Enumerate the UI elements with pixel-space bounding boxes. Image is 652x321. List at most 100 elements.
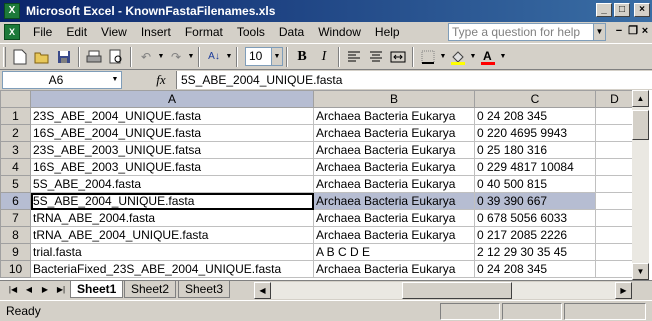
menu-window[interactable]: Window	[311, 23, 368, 41]
borders-dropdown-icon[interactable]: ▼	[439, 53, 447, 60]
cell-b[interactable]: Archaea Bacteria Eukarya	[313, 226, 475, 244]
maximize-button[interactable]: □	[614, 3, 630, 17]
menu-data[interactable]: Data	[272, 23, 311, 41]
row-header[interactable]: 4	[0, 158, 31, 176]
first-sheet-icon[interactable]: |◀	[6, 283, 20, 297]
column-header-c[interactable]: C	[474, 90, 596, 108]
cell-d[interactable]	[595, 260, 634, 278]
chevron-down-icon[interactable]: ▼	[271, 48, 282, 65]
row-header[interactable]: 7	[0, 209, 31, 227]
cell-a[interactable]: trial.fasta	[30, 243, 314, 261]
row-header[interactable]: 6	[0, 192, 31, 210]
align-center-icon[interactable]	[365, 46, 387, 68]
italic-button[interactable]: I	[313, 46, 335, 68]
cell-d[interactable]	[595, 124, 634, 142]
scroll-left-icon[interactable]: ◀	[254, 282, 271, 299]
row-header[interactable]: 3	[0, 141, 31, 159]
redo-icon[interactable]: ↷	[165, 46, 187, 68]
redo-dropdown-icon[interactable]: ▼	[187, 53, 195, 60]
cell-c[interactable]: 0 217 2085 2226	[474, 226, 596, 244]
scroll-down-icon[interactable]: ▼	[632, 263, 649, 280]
next-sheet-icon[interactable]: ▶	[38, 283, 52, 297]
menu-insert[interactable]: Insert	[134, 23, 178, 41]
menu-tools[interactable]: Tools	[230, 23, 272, 41]
horizontal-scrollbar[interactable]: ◀ ▶	[254, 282, 632, 299]
column-header-b[interactable]: B	[313, 90, 475, 108]
close-button[interactable]: ×	[634, 3, 650, 17]
formula-input[interactable]: 5S_ABE_2004_UNIQUE.fasta	[176, 70, 652, 89]
cell-c[interactable]: 0 24 208 345	[474, 260, 596, 278]
menu-edit[interactable]: Edit	[59, 23, 94, 41]
chevron-down-icon[interactable]: ▼	[109, 72, 121, 88]
cell-d[interactable]	[595, 209, 634, 227]
cell-b[interactable]: Archaea Bacteria Eukarya	[313, 192, 475, 210]
name-box[interactable]: A6 ▼	[2, 70, 122, 89]
insert-function-icon[interactable]: fx	[146, 72, 176, 88]
cell-c[interactable]: 0 678 5056 6033	[474, 209, 596, 227]
cell-a[interactable]: 23S_ABE_2003_UNIQUE.fatsa	[30, 141, 314, 159]
font-size-select[interactable]: 10 ▼	[245, 47, 283, 66]
cell-b[interactable]: Archaea Bacteria Eukarya	[313, 260, 475, 278]
open-icon[interactable]	[31, 46, 53, 68]
vertical-scrollbar[interactable]: ▲ ▼	[632, 90, 649, 280]
scroll-right-icon[interactable]: ▶	[615, 282, 632, 299]
fill-color-icon[interactable]	[447, 46, 469, 68]
cell-b[interactable]: Archaea Bacteria Eukarya	[313, 175, 475, 193]
row-header[interactable]: 9	[0, 243, 31, 261]
cell-c[interactable]: 0 25 180 316	[474, 141, 596, 159]
bold-button[interactable]: B	[291, 46, 313, 68]
cell-b[interactable]: Archaea Bacteria Eukarya	[313, 158, 475, 176]
cell-b[interactable]: Archaea Bacteria Eukarya	[313, 141, 475, 159]
print-preview-icon[interactable]	[105, 46, 127, 68]
row-header[interactable]: 2	[0, 124, 31, 142]
cell-a[interactable]: 23S_ABE_2004_UNIQUE.fasta	[30, 107, 314, 125]
cell-a[interactable]: 5S_ABE_2004_UNIQUE.fasta	[30, 192, 314, 210]
cell-a[interactable]: 16S_ABE_2004_UNIQUE.fasta	[30, 124, 314, 142]
scroll-thumb[interactable]	[632, 110, 649, 140]
excel-icon[interactable]: X	[4, 3, 20, 19]
cell-d[interactable]	[595, 141, 634, 159]
cell-d[interactable]	[595, 175, 634, 193]
cell-a[interactable]: tRNA_ABE_2004_UNIQUE.fasta	[30, 226, 314, 244]
cell-a[interactable]: 16S_ABE_2003_UNIQUE.fasta	[30, 158, 314, 176]
cell-b[interactable]: Archaea Bacteria Eukarya	[313, 107, 475, 125]
hscroll-thumb[interactable]	[402, 282, 512, 299]
sort-dropdown-icon[interactable]: ▼	[225, 53, 233, 60]
help-dropdown-icon[interactable]: ▼	[594, 23, 606, 41]
cell-c[interactable]: 2 12 29 30 35 45	[474, 243, 596, 261]
sheet-tab-sheet2[interactable]: Sheet2	[124, 281, 177, 298]
cell-a[interactable]: BacteriaFixed_23S_ABE_2004_UNIQUE.fasta	[30, 260, 314, 278]
font-color-icon[interactable]: A	[477, 46, 499, 68]
row-header[interactable]: 10	[0, 260, 31, 278]
sort-ascending-icon[interactable]: A↓	[203, 46, 225, 68]
column-header-a[interactable]: A	[30, 90, 314, 108]
help-search-input[interactable]: Type a question for help	[448, 23, 594, 41]
prev-sheet-icon[interactable]: ◀	[22, 283, 36, 297]
menu-file[interactable]: File	[26, 23, 59, 41]
column-header-d[interactable]: D	[595, 90, 634, 108]
minimize-button[interactable]: _	[596, 3, 612, 17]
scroll-up-icon[interactable]: ▲	[632, 90, 649, 107]
cell-c[interactable]: 0 220 4695 9943	[474, 124, 596, 142]
undo-icon[interactable]: ↶	[135, 46, 157, 68]
cell-d[interactable]	[595, 158, 634, 176]
menu-view[interactable]: View	[94, 23, 134, 41]
cell-a[interactable]: 5S_ABE_2004.fasta	[30, 175, 314, 193]
cell-b[interactable]: Archaea Bacteria Eukarya	[313, 124, 475, 142]
cell-d[interactable]	[595, 243, 634, 261]
doc-minimize-icon[interactable]: −	[612, 24, 626, 39]
sheet-tab-sheet3[interactable]: Sheet3	[178, 281, 231, 298]
cell-d[interactable]	[595, 107, 634, 125]
cell-c[interactable]: 0 40 500 815	[474, 175, 596, 193]
cell-a[interactable]: tRNA_ABE_2004.fasta	[30, 209, 314, 227]
cell-d[interactable]	[595, 226, 634, 244]
print-icon[interactable]	[83, 46, 105, 68]
row-header[interactable]: 8	[0, 226, 31, 244]
undo-dropdown-icon[interactable]: ▼	[157, 53, 165, 60]
align-left-icon[interactable]	[343, 46, 365, 68]
cell-b[interactable]: Archaea Bacteria Eukarya	[313, 209, 475, 227]
new-icon[interactable]	[9, 46, 31, 68]
cell-c[interactable]: 0 24 208 345	[474, 107, 596, 125]
cell-c[interactable]: 0 229 4817 10084	[474, 158, 596, 176]
row-header[interactable]: 1	[0, 107, 31, 125]
